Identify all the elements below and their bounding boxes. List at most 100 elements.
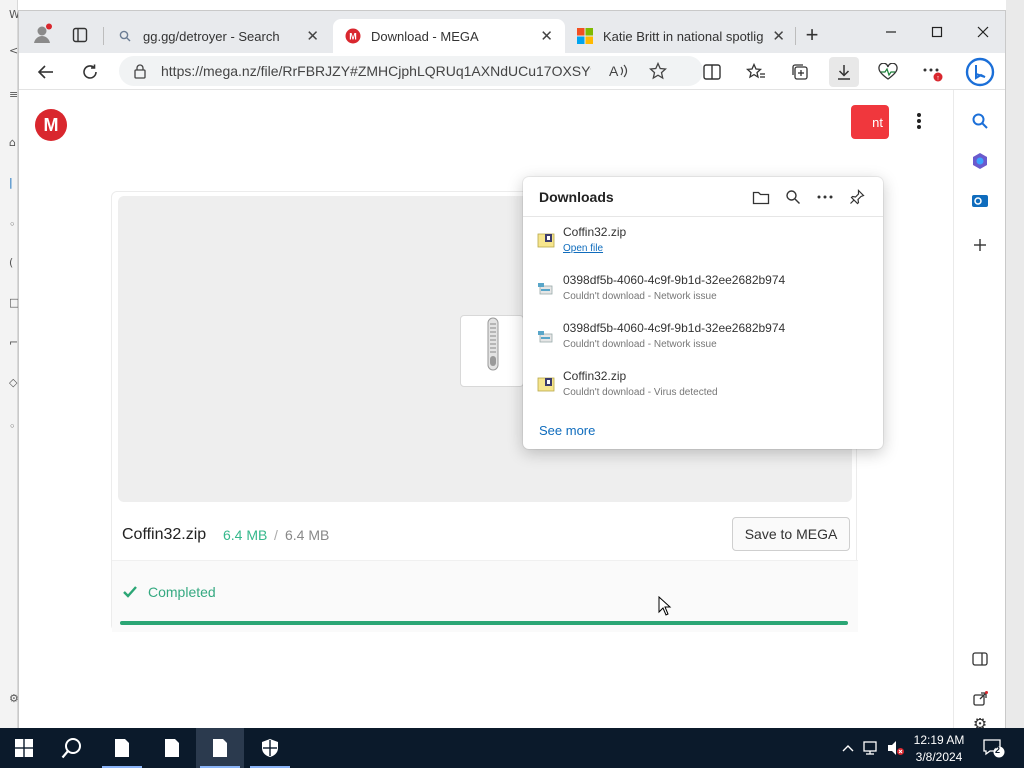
sidebar-copilot-button[interactable] [965,146,995,176]
address-bar[interactable]: https://mega.nz/file/RrFBRJZY#ZMHCjphLQR… [119,56,703,86]
sidebar-add-button[interactable] [965,230,995,260]
open-downloads-folder-button[interactable] [749,185,773,209]
download-status-row: Completed [112,560,858,632]
volume-tray-button[interactable] [886,738,906,758]
maximize-button[interactable] [917,19,957,45]
maximize-icon [931,26,943,38]
back-button[interactable] [31,57,61,87]
svg-text:↑: ↑ [936,75,940,82]
progress-fill [120,621,848,625]
zip-file-icon [460,315,524,387]
more-icon: ↑ [923,68,943,82]
pin-downloads-button[interactable] [845,185,869,209]
volume-muted-icon [888,741,904,755]
collections-button[interactable] [785,57,815,87]
page-menu-button[interactable] [907,109,931,133]
favorites-button[interactable] [741,57,771,87]
tab-separator [795,27,796,45]
network-tray-button[interactable] [862,738,882,758]
close-window-button[interactable] [963,19,1003,45]
notification-count: 2 [995,745,1001,755]
refresh-button[interactable] [75,57,105,87]
see-more-link[interactable]: See more [539,423,595,438]
plus-icon [974,239,986,251]
new-tab-button[interactable]: + [797,20,827,50]
download-file-name: 0398df5b-4060-4c9f-9b1d-32ee2682b974 [563,273,786,287]
favorite-star-icon[interactable] [648,61,668,85]
lock-icon [134,64,146,79]
close-tab-icon[interactable]: ✕ [772,27,785,45]
minimize-icon [886,31,896,33]
unknown-file-icon [537,327,555,345]
taskbar-date[interactable]: 3/8/2024 [910,750,968,764]
copilot-button[interactable] [963,55,997,89]
zip-file-icon [537,375,555,393]
save-to-mega-button[interactable]: Save to MEGA [732,517,850,551]
sidebar-panel-icon [972,652,988,666]
folder-icon [752,191,770,205]
chevron-up-icon [842,745,854,752]
sidebar-toggle-button[interactable] [965,644,995,674]
progress-bar [120,621,848,625]
mega-logo[interactable]: M [35,109,67,141]
svg-text:M: M [349,32,357,42]
split-screen-button[interactable] [697,57,727,87]
tab-search[interactable]: gg.gg/detroyer - Search ✕ [105,19,331,53]
sidebar-outlook-button[interactable] [965,186,995,216]
document-icon [165,739,179,757]
browser-toolbar: https://mega.nz/file/RrFBRJZY#ZMHCjphLQR… [19,53,1005,90]
close-tab-icon[interactable]: ✕ [540,27,553,45]
minimize-button[interactable] [871,19,911,45]
taskbar-app-document[interactable] [98,728,146,768]
open-file-link[interactable]: Open file [563,243,603,254]
taskbar-app-document-active[interactable] [196,728,244,768]
settings-more-button[interactable]: ↑ [917,57,947,87]
file-name: Coffin32.zip [122,526,207,543]
download-item[interactable]: 0398df5b-4060-4c9f-9b1d-32ee2682b974 Cou… [523,317,883,363]
network-icon [863,741,877,755]
notification-icon [983,739,1005,758]
taskbar-app-security[interactable] [246,728,294,768]
taskbar-time[interactable]: 12:19 AM [910,733,968,747]
downloads-more-button[interactable] [813,185,837,209]
mega-icon: M [345,28,361,44]
windows-taskbar: 12:19 AM 3/8/2024 2 [0,728,1024,768]
refresh-icon [83,64,97,79]
search-downloads-button[interactable] [781,185,805,209]
show-hidden-icons-button[interactable] [838,738,858,758]
back-arrow-icon [37,65,53,79]
download-file-name: 0398df5b-4060-4c9f-9b1d-32ee2682b974 [563,321,786,335]
tab-mega-download[interactable]: M Download - MEGA ✕ [333,19,565,53]
total-size: 6.4 MB [285,527,330,543]
tab-msn-news[interactable]: Katie Britt in national spotlight ✕ [565,19,797,53]
download-item[interactable]: Coffin32.zip Couldn't download - Virus d… [523,365,883,411]
close-tab-icon[interactable]: ✕ [306,27,319,45]
sidebar-external-button[interactable] [965,684,995,714]
search-icon [786,190,800,204]
downloads-divider [523,216,883,217]
profile-button[interactable] [27,19,57,49]
header-red-button[interactable]: nt [851,105,889,139]
favorites-icon [746,63,765,79]
size-separator: / [274,527,278,543]
taskbar-app-document[interactable] [148,728,196,768]
tab-actions-icon [72,27,88,43]
downloads-button[interactable] [829,57,859,87]
sidebar-search-button[interactable] [965,106,995,136]
download-item[interactable]: Coffin32.zip Open file [523,221,883,267]
notifications-button[interactable]: 2 [982,738,1006,758]
more-icon [817,195,833,199]
download-item[interactable]: 0398df5b-4060-4c9f-9b1d-32ee2682b974 Cou… [523,269,883,315]
browser-essentials-button[interactable] [873,57,903,87]
start-button[interactable] [0,728,48,768]
document-icon [115,739,129,757]
search-icon [972,113,988,129]
tab-actions-button[interactable] [65,20,95,50]
mouse-cursor-icon [658,595,672,621]
download-status-text: Couldn't download - Network issue [563,339,717,350]
zip-file-icon [537,231,555,249]
edge-sidebar: ⚙ [953,90,1005,730]
address-url[interactable]: https://mega.nz/file/RrFBRJZY#ZMHCjphLQR… [161,63,591,79]
taskbar-search-button[interactable] [48,728,96,768]
read-aloud-icon[interactable]: A [609,62,629,85]
